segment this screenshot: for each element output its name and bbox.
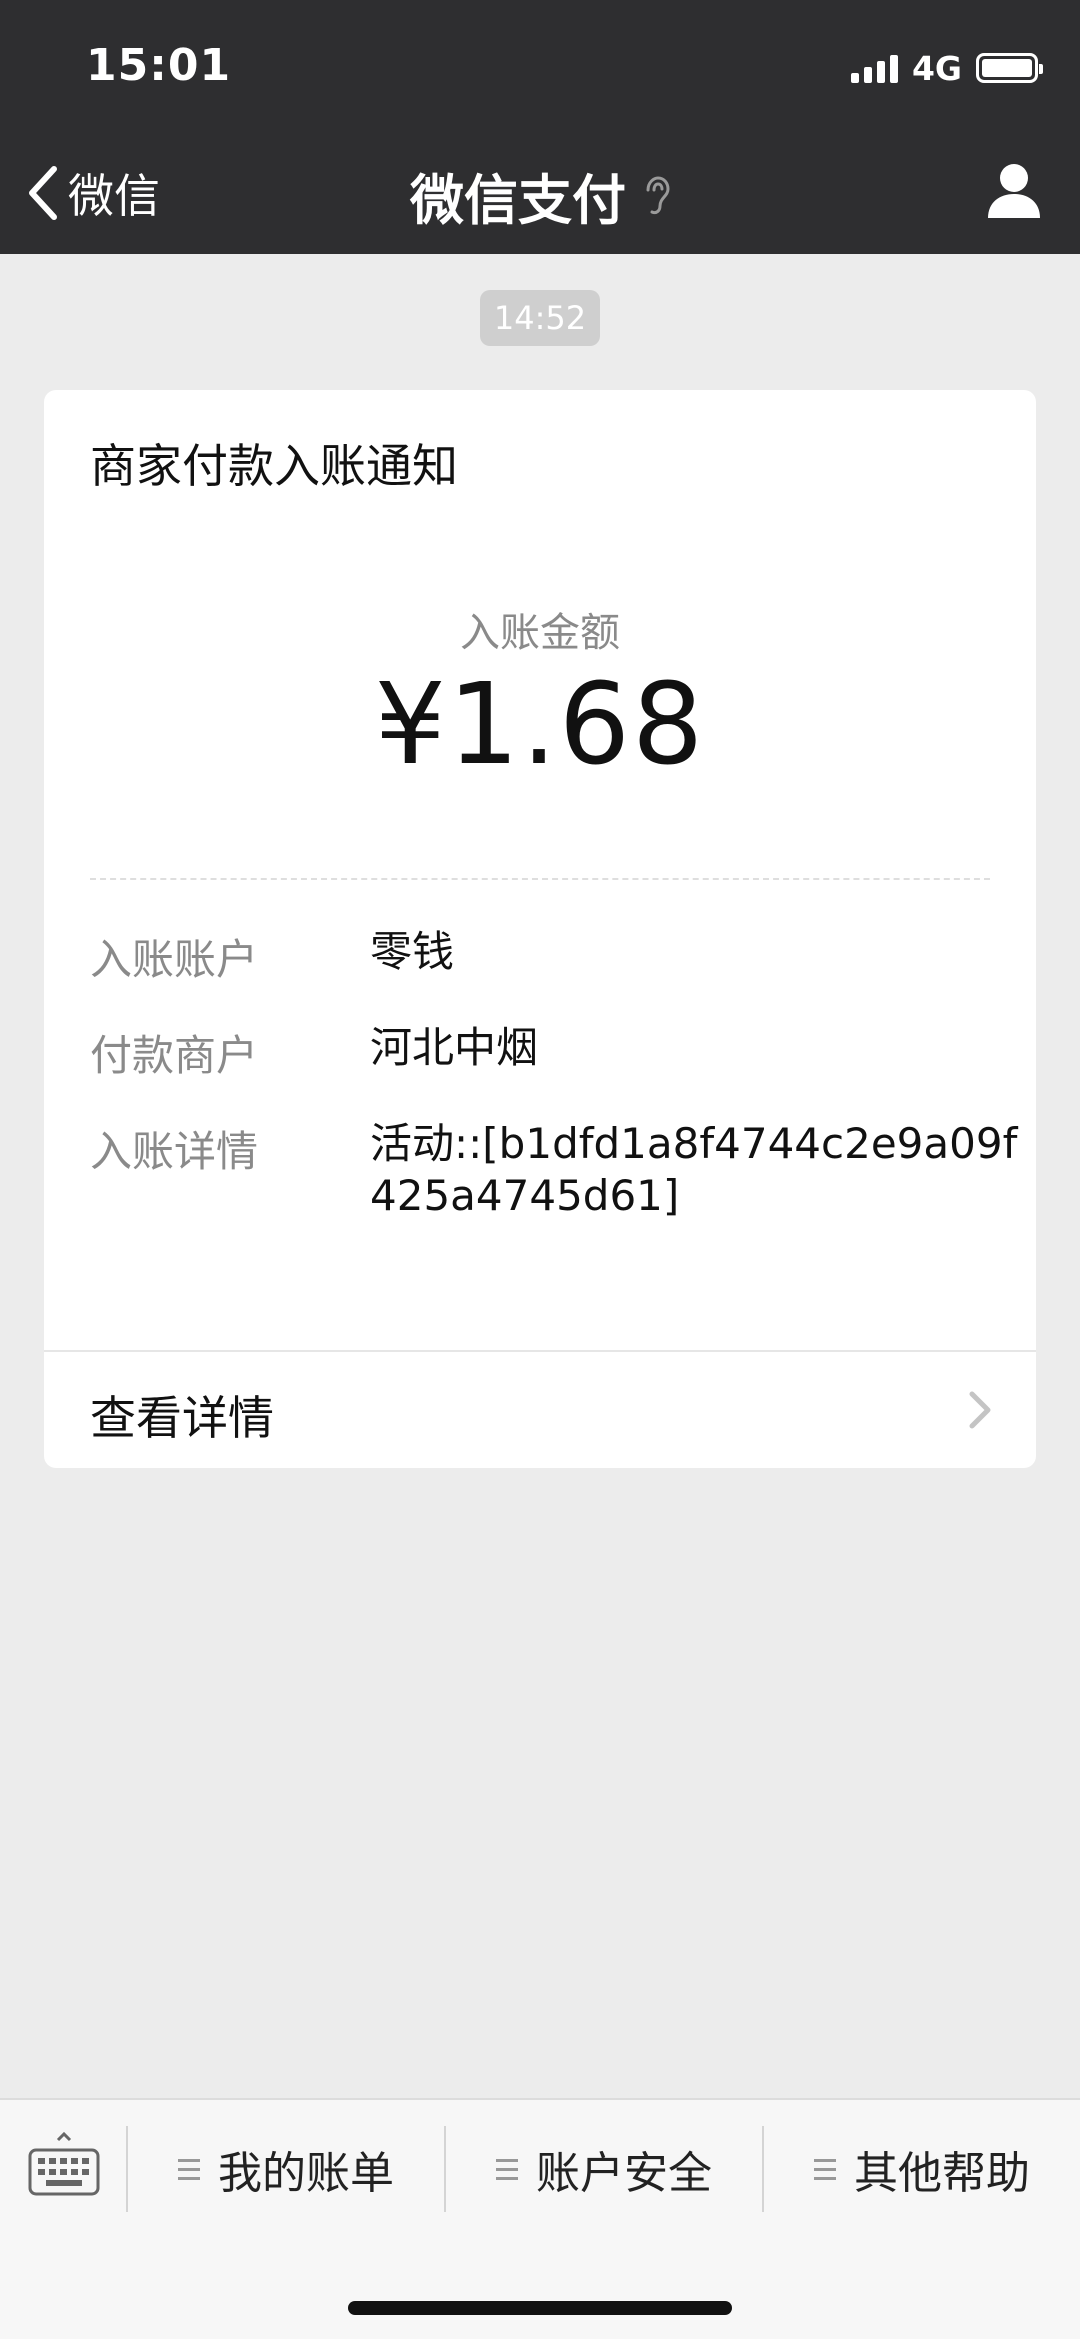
user-profile-button[interactable]	[986, 160, 1042, 224]
keyboard-toggle-button[interactable]	[26, 2130, 102, 2200]
network-type: 4G	[911, 48, 962, 88]
view-details-label: 查看详情	[90, 1391, 274, 1445]
status-bar: 15:01 4G	[0, 0, 1080, 130]
dashed-divider	[90, 878, 990, 880]
menu-lines-icon	[814, 2158, 836, 2180]
detail-value: 河北中烟	[370, 1023, 539, 1072]
menu-item-my-bills[interactable]: 我的账单	[128, 2126, 444, 2212]
detail-label: 入账账户	[90, 935, 259, 984]
amount-label: 入账金额	[460, 610, 620, 656]
user-icon	[988, 164, 1040, 218]
page-title-text: 微信支付	[410, 169, 626, 232]
chevron-right-icon	[969, 1391, 991, 1429]
detail-label: 付款商户	[90, 1031, 259, 1080]
page-title: 微信支付	[0, 156, 1080, 235]
menu-item-label: 我的账单	[218, 2148, 394, 2199]
ear-icon	[646, 175, 670, 214]
detail-label: 入账详情	[90, 1127, 259, 1176]
status-time: 15:01	[86, 40, 232, 91]
menu-item-other-help[interactable]: 其他帮助	[764, 2126, 1080, 2212]
nav-bar: 微信 微信支付	[0, 130, 1080, 254]
message-timestamp: 14:52	[480, 290, 600, 346]
menu-item-label: 其他帮助	[854, 2148, 1030, 2199]
home-indicator[interactable]	[348, 2301, 732, 2315]
detail-value: 活动::[b1dfd1a8f4744c2e9a09f425a4745d61]	[370, 1119, 1018, 1220]
amount-value: ¥1.68	[374, 660, 706, 790]
signal-strength-icon	[850, 53, 898, 83]
detail-value: 零钱	[370, 927, 455, 976]
card-title: 商家付款入账通知	[90, 439, 458, 493]
menu-lines-icon	[178, 2158, 200, 2180]
menu-lines-icon	[496, 2158, 518, 2180]
status-indicators: 4G	[850, 48, 1043, 88]
payment-notification-card: 商家付款入账通知 入账金额 ¥1.68 入账账户 零钱 付款商户 河北中烟 入账…	[44, 390, 1036, 1468]
view-details-button[interactable]: 查看详情	[44, 1352, 1036, 1468]
menu-item-account-security[interactable]: 账户安全	[446, 2126, 762, 2212]
menu-item-label: 账户安全	[536, 2148, 712, 2199]
keyboard-icon	[28, 2131, 100, 2196]
battery-icon	[976, 53, 1043, 83]
